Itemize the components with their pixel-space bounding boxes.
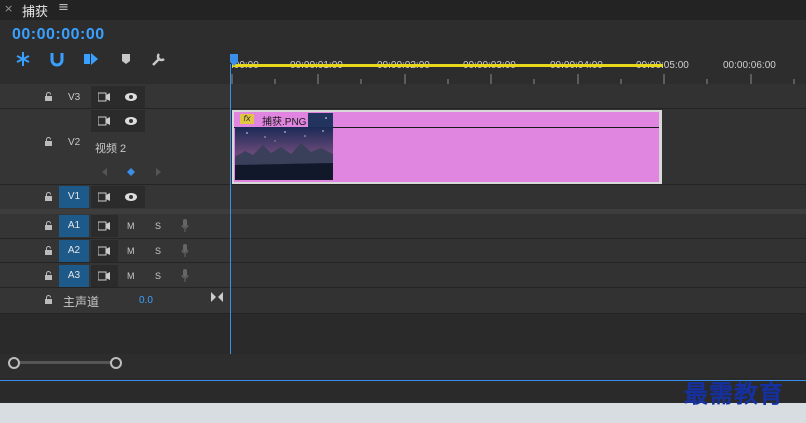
panel-menu-icon[interactable]: ≡ [58,0,69,15]
lock-icon[interactable] [44,192,53,201]
previous-keyframe-icon [102,168,107,176]
toggle-output-eye-icon[interactable] [124,192,138,202]
sync-lock-icon[interactable] [98,116,110,126]
zoom-scroll-track[interactable] [12,361,116,364]
sequence-tab-title[interactable]: 捕获 [22,1,48,20]
zoom-handle-left[interactable] [8,357,20,369]
time-ruler[interactable]: :00:00 00:00:01:00 00:00:02:00 00:00:03:… [230,20,806,84]
lock-icon[interactable] [44,295,53,304]
go-to-end-icon[interactable] [211,292,223,302]
lock-icon[interactable] [44,92,53,101]
track-separator [0,184,806,185]
source-patch-a2[interactable]: A2 [59,240,89,262]
sync-lock-icon[interactable] [98,246,110,256]
fx-badge[interactable]: fx [240,114,254,124]
close-tab-icon[interactable]: × [4,2,13,15]
ruler-tick-label: 00:00:06:00 [723,60,776,71]
watermark-logo: 最需教育 [684,379,784,408]
track-label-v2[interactable]: V2 [68,137,80,148]
keyframe-navigator [102,168,161,176]
add-marker-icon[interactable] [117,50,135,68]
playhead-handle[interactable] [230,54,238,66]
sync-lock-icon[interactable] [98,221,110,231]
lock-icon[interactable] [44,271,53,280]
ruler-ticks [231,74,795,84]
video-audio-divider[interactable] [0,209,806,214]
track-separator [0,238,806,239]
voice-over-record-icon[interactable] [181,244,189,257]
source-patch-a1[interactable]: A1 [59,215,89,237]
solo-button[interactable]: S [155,246,161,256]
clip-name: 捕获.PNG [262,117,307,128]
sync-lock-icon[interactable] [98,271,110,281]
mute-button[interactable]: M [127,246,135,256]
clip-thumbnail-mini [308,113,333,127]
track-separator [0,108,806,109]
master-volume-value[interactable]: 0.0 [139,295,153,306]
panel-tab-bar [0,0,806,20]
sync-lock-icon[interactable] [98,92,110,102]
lock-icon[interactable] [44,221,53,230]
work-area-bar[interactable] [232,64,663,67]
master-track-label: 主声道 [63,295,100,309]
track-label-v3[interactable]: V3 [68,92,80,103]
track-separator [0,287,806,288]
lock-icon[interactable] [44,246,53,255]
track-separator [0,262,806,263]
clip-thumbnail [235,127,333,180]
source-patch-a3[interactable]: A3 [59,265,89,287]
solo-button[interactable]: S [155,271,161,281]
mute-button[interactable]: M [127,221,135,231]
mute-button[interactable]: M [127,271,135,281]
voice-over-record-icon[interactable] [181,219,189,232]
timeline-settings-icon[interactable] [150,50,168,68]
zoom-handle-right[interactable] [110,357,122,369]
snap-icon[interactable] [48,50,66,68]
solo-button[interactable]: S [155,221,161,231]
linked-selection-icon[interactable] [82,50,100,68]
toggle-output-eye-icon[interactable] [124,116,138,126]
toggle-output-eye-icon[interactable] [124,92,138,102]
voice-over-record-icon[interactable] [181,269,189,282]
add-keyframe-icon [127,168,135,176]
nest-sequence-icon[interactable] [14,50,32,68]
lock-icon[interactable] [44,137,53,146]
track-name-v2[interactable]: 视频 2 [95,140,126,156]
playhead-timecode[interactable]: 00:00:00:00 [12,26,105,44]
playhead-line[interactable] [230,64,231,354]
next-keyframe-icon [156,168,161,176]
source-patch-v1[interactable]: V1 [59,186,89,208]
track-separator [0,313,806,314]
sync-lock-icon[interactable] [98,192,110,202]
